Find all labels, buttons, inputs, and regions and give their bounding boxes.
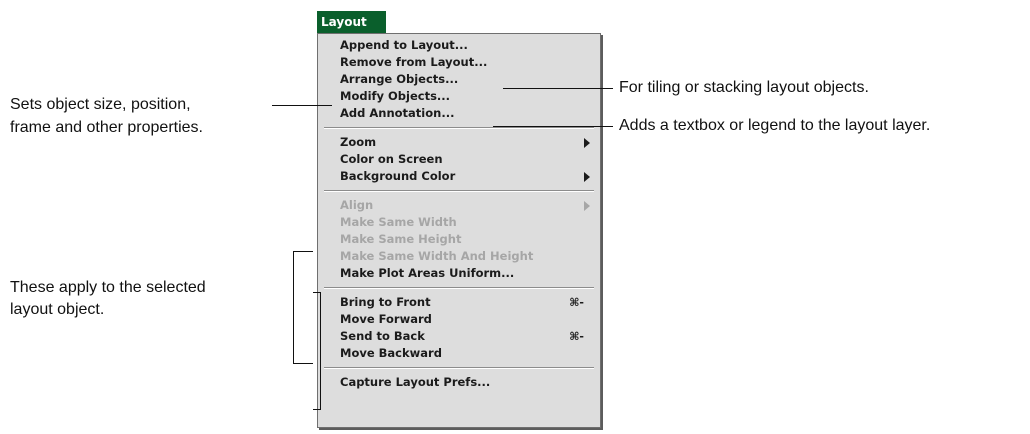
callout-add-annotation: Adds a textbox or legend to the layout l… [619, 117, 931, 134]
menu-item-color-on-screen[interactable]: Color on Screen [340, 151, 590, 168]
menu-item-make-same-width: Make Same Width [340, 215, 457, 229]
menu-separator [324, 190, 594, 192]
menu-item-modify-objects[interactable]: Modify Objects... [340, 88, 590, 105]
menu-item-zoom[interactable]: Zoom [340, 134, 590, 151]
callout-leader-line [493, 126, 613, 127]
menu-item-remove-from-layout[interactable]: Remove from Layout... [340, 54, 590, 71]
callout-modify-objects-line1: Sets object size, position, [10, 96, 191, 113]
menu-separator [324, 127, 594, 129]
menu-item-send-to-back[interactable]: Send to Back ⌘- [340, 328, 590, 345]
menu-item-move-forward[interactable]: Move Forward [340, 311, 590, 328]
menu-item-move-backward[interactable]: Move Backward [340, 345, 590, 362]
menu-item-label: Bring to Front [340, 295, 431, 309]
callout-bracket-line [293, 251, 294, 364]
callout-leader-line [272, 105, 332, 106]
menu-item-align: Align [340, 197, 590, 214]
menu-item-make-same-width-and-height: Make Same Width And Height [340, 249, 534, 263]
callout-arrange-objects: For tiling or stacking layout objects. [619, 79, 869, 96]
submenu-arrow-icon [584, 138, 590, 148]
menu-item-label: Align [340, 198, 374, 212]
menu-item-label: Background Color [340, 169, 456, 183]
callout-bracket-line [313, 409, 320, 410]
menu-separator [324, 367, 594, 369]
menu-item-add-annotation[interactable]: Add Annotation... [340, 105, 590, 122]
callout-modify-objects-line2: frame and other properties. [10, 119, 203, 136]
callout-bracket-line [293, 363, 313, 364]
callout-bracket-line [313, 292, 320, 293]
menu-item-capture-layout-prefs[interactable]: Capture Layout Prefs... [340, 374, 590, 391]
callout-selected-object-line2: layout object. [10, 301, 105, 318]
shortcut-label: ⌘- [569, 296, 584, 309]
menu-item-label: Zoom [340, 135, 377, 149]
menu-item-make-same-height: Make Same Height [340, 232, 462, 246]
menu-separator [324, 287, 594, 289]
menu-item-arrange-objects[interactable]: Arrange Objects... [340, 71, 590, 88]
submenu-arrow-icon [584, 172, 590, 182]
callout-bracket-line [293, 251, 313, 252]
layout-menu-title[interactable]: Layout [317, 11, 386, 33]
menu-item-label: Send to Back [340, 329, 425, 343]
submenu-arrow-icon [584, 201, 590, 211]
callout-leader-line [503, 88, 613, 89]
callout-bracket-line [320, 292, 321, 410]
menu-item-make-plot-areas-uniform[interactable]: Make Plot Areas Uniform... [340, 265, 590, 282]
callout-selected-object-line1: These apply to the selected [10, 279, 206, 296]
menu-item-append-to-layout[interactable]: Append to Layout... [340, 37, 590, 54]
menu-item-background-color[interactable]: Background Color [340, 168, 590, 185]
shortcut-label: ⌘- [569, 330, 584, 343]
layout-menu-panel: Append to Layout... Remove from Layout..… [317, 33, 601, 428]
menu-item-bring-to-front[interactable]: Bring to Front ⌘- [340, 294, 590, 311]
